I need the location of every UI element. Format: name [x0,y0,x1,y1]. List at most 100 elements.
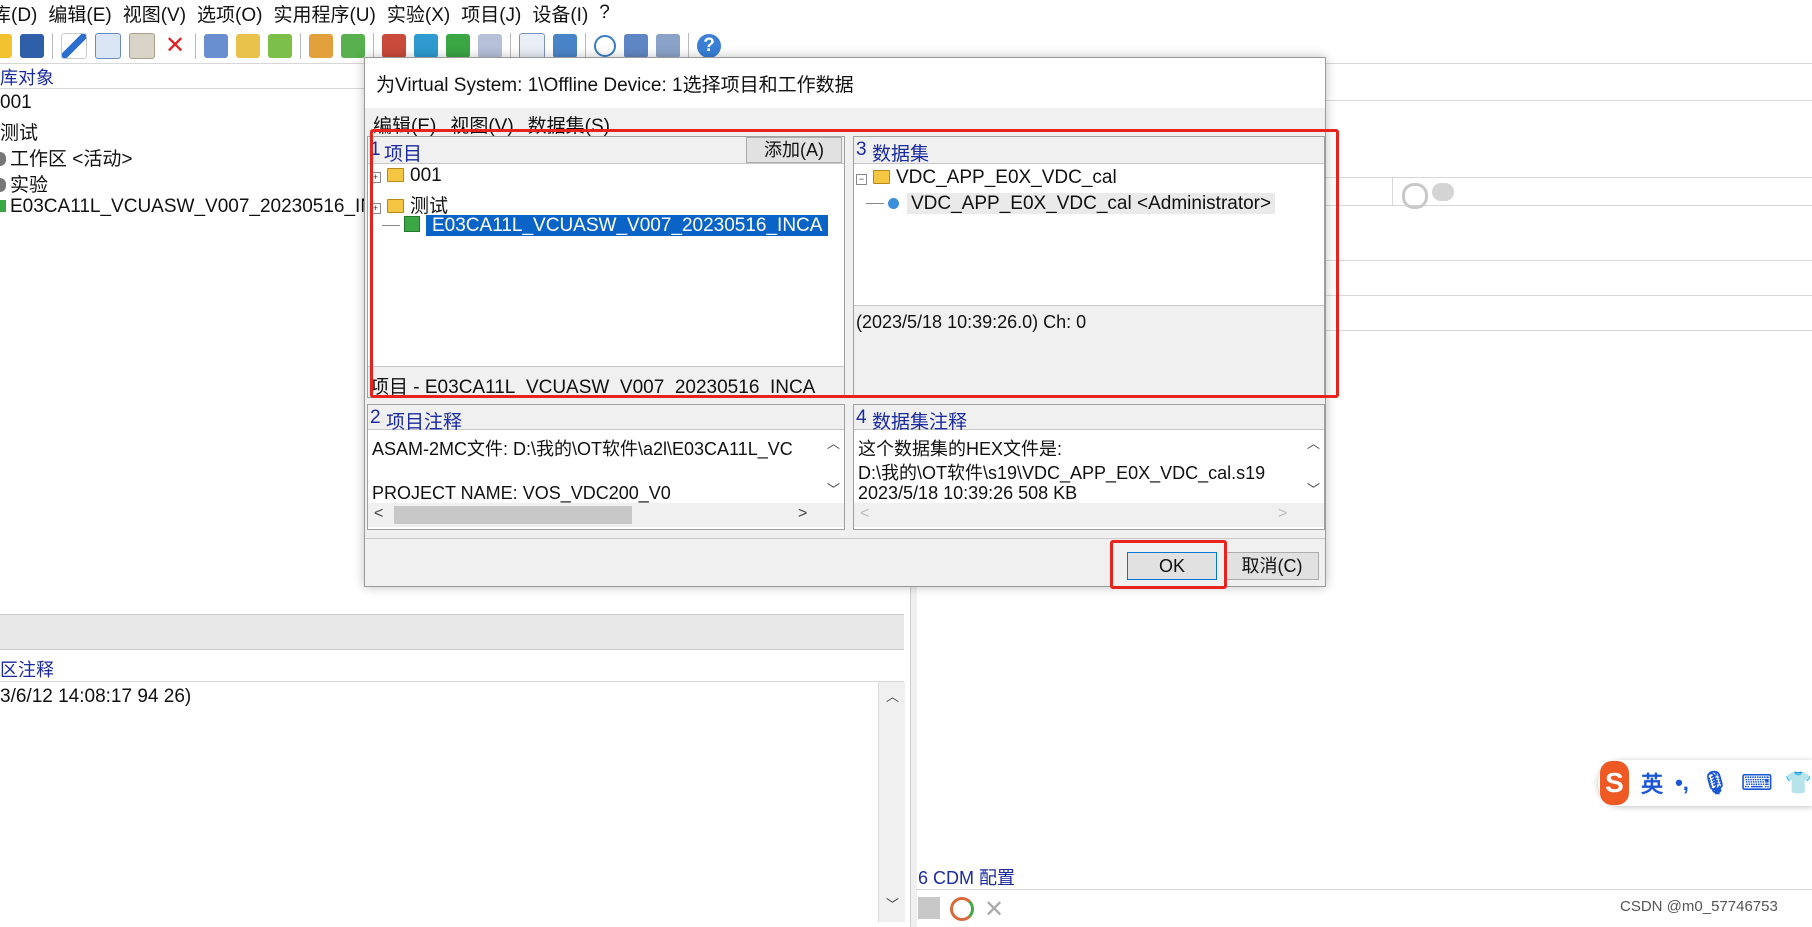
compare-icon[interactable] [624,34,648,58]
tree-item-test[interactable]: 测试 [0,118,38,145]
export-icon[interactable] [341,34,365,58]
menu-device[interactable]: 设备(I) [532,0,599,27]
dataset-comment-line1: 这个数据集的HEX文件是: [858,439,1063,459]
dialog-title: 为Virtual System: 1\Offline Device: 1选择项目… [376,74,854,96]
ime-keyboard-icon[interactable]: ⌨ [1741,770,1773,796]
cancel-button[interactable]: 取消(C) [1225,552,1319,580]
menu-utilities[interactable]: 实用程序(U) [273,0,386,27]
right-divider [1324,260,1812,261]
import-icon[interactable] [309,34,333,58]
cube-icon[interactable] [446,34,470,58]
sogou-logo-icon: S [1600,761,1630,805]
add-tree-icon[interactable] [268,34,292,58]
toolbar-separator [52,33,53,59]
monitor-check-icon[interactable] [553,34,577,58]
search-glass-icon[interactable] [1432,183,1454,201]
project-comment-line2: PROJECT NAME: VOS_VDC200_V0 [372,483,671,503]
project-comment-header: 2 项目注释 [368,405,844,433]
dataset-comment-header: 4 数据集注释 [854,405,1324,433]
scroll-down-icon[interactable]: ﹀ [1307,479,1320,498]
project-comment-line1: ASAM-2MC文件: D:\我的\OT软件\a2l\E03CA11L_VC [372,439,793,459]
paste-icon[interactable] [129,33,155,59]
menu-options[interactable]: 选项(O) [197,0,273,27]
workspace-comment-title: 区注释 [0,660,54,680]
library-objects-title: 库对象 [0,68,54,88]
scroll-left-icon[interactable]: < [860,505,869,523]
dataset-comment-number: 4 [856,407,867,428]
scroll-up-icon[interactable]: ︿ [1307,433,1320,452]
dataset-comment-line3: 2023/5/18 10:39:26 508 KB [858,483,1078,503]
help-icon[interactable]: ? [697,34,721,58]
delete-icon[interactable]: ✕ [163,34,187,58]
menu-library[interactable]: 库(D) [0,0,48,27]
scroll-up-icon[interactable]: ︿ [886,686,899,705]
refresh-icon[interactable] [1402,183,1428,209]
dataset-comment-vscroll[interactable]: ︿ ﹀ [1302,431,1324,503]
hscroll-thumb[interactable] [394,506,632,524]
workspace-comment-scrollbar[interactable]: ︿ ﹀ [878,682,905,922]
highlight-box-ok [1110,540,1227,589]
scroll-left-icon[interactable]: < [374,505,383,523]
ime-microphone-icon[interactable]: 🎙 [1701,770,1729,796]
menu-help[interactable]: ? [599,2,621,24]
right-divider [1324,330,1812,331]
scroll-right-icon[interactable]: > [1278,505,1287,523]
menu-edit[interactable]: 编辑(E) [48,0,122,27]
scroll-down-icon[interactable]: ﹀ [827,479,840,498]
right-divider [1324,205,1812,206]
main-vertical-splitter[interactable] [910,585,917,927]
menu-experiment[interactable]: 实验(X) [387,0,461,27]
workspace-icon[interactable] [414,34,438,58]
dataset-comment-hscroll[interactable]: < > [854,503,1324,527]
scroll-up-icon[interactable]: ︿ [827,433,840,452]
highlight-box-selection [370,129,1339,398]
toolbar-separator [585,33,586,59]
ime-punctuation-icon[interactable]: •, [1675,770,1689,796]
dataset-comment-line2: D:\我的\OT软件\s19\VDC_APP_E0X_VDC_cal.s19 [858,463,1266,483]
cdm-refresh-icon[interactable] [950,897,974,921]
project-comment-vscroll[interactable]: ︿ ﹀ [822,431,844,503]
save-icon[interactable] [20,34,44,58]
cdm-title-line [916,889,1812,890]
tree-item-001[interactable]: 001 [0,92,32,114]
toolbar-separator [510,33,511,59]
experiment-label: 实验 [10,175,49,196]
left-header-line [0,88,364,89]
ime-shirt-icon[interactable]: 👕 [1785,770,1812,796]
tree-item-experiment[interactable]: 实验 [0,170,48,197]
scroll-right-icon[interactable]: > [798,505,807,523]
tree-item-inca-project[interactable]: E03CA11L_VCUASW_V007_20230516_INCA [0,196,400,218]
right-divider [1324,295,1812,296]
project-comment-title: 项目注释 [386,412,463,433]
expander-icon [0,178,6,192]
cdm-copy-icon[interactable] [918,897,940,919]
book-icon[interactable] [382,34,406,58]
copy-icon[interactable] [95,33,121,59]
scroll-down-icon[interactable]: ﹀ [886,894,899,913]
menu-project[interactable]: 项目(J) [461,0,532,27]
menu-view[interactable]: 视图(V) [123,0,197,27]
ime-language[interactable]: 英 [1641,767,1663,799]
ime-toolbar[interactable]: S 英 •, 🎙 ⌨ 👕 [1598,760,1812,806]
cut-icon[interactable] [61,33,87,59]
device-icon[interactable] [478,34,502,58]
project-comment-hscroll[interactable]: < > [368,503,844,527]
right-divider [1324,100,1812,101]
expander-icon [0,152,6,166]
tree-item-workspace[interactable]: 工作区 <活动> [0,144,132,171]
comment-title-line [0,681,904,682]
project-comment-pane: 2 项目注释 ASAM-2MC文件: D:\我的\OT软件\a2l\E03CA1… [367,404,845,530]
menu-bar: 库(D) 编辑(E) 视图(V) 选项(O) 实用程序(U) 实验(X) 项目(… [0,0,1812,26]
dataset-comment-pane: 4 数据集注释 这个数据集的HEX文件是: D:\我的\OT软件\s19\VDC… [853,404,1325,530]
edit-monitor-icon[interactable] [656,34,680,58]
database-icon[interactable] [204,34,228,58]
checklist-icon[interactable] [519,33,545,59]
zoom-icon[interactable] [594,35,616,57]
tree-icon[interactable] [236,34,260,58]
cdm-config-title: 6 CDM 配置 [918,868,1016,888]
toolbar-separator [688,33,689,59]
dialog-footer-line [365,538,1325,539]
cdm-delete-icon[interactable]: ✕ [984,895,1004,924]
new-icon[interactable] [0,34,12,58]
vertical-divider [1392,177,1393,205]
